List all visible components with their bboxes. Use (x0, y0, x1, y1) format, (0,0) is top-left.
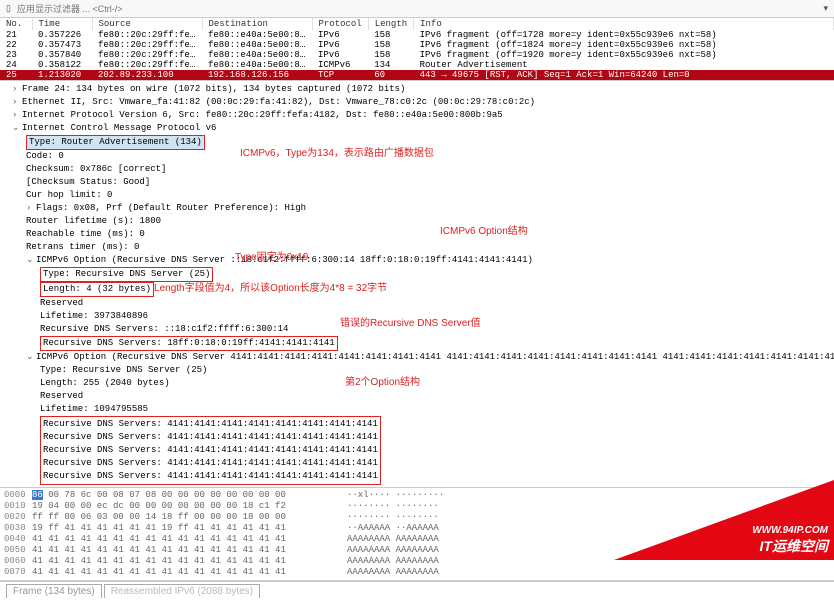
annotation-type-fixed: Type固定为0x19 (235, 251, 308, 264)
col-no[interactable]: No. (0, 18, 32, 30)
opt1-reserved-line[interactable]: Reserved (4, 297, 830, 310)
opt2-reserved-line[interactable]: Reserved (4, 390, 830, 403)
packet-row[interactable]: 230.357840fe80::20c:29ff:fe…fe80::e40a:5… (0, 50, 834, 60)
ipv6-line[interactable]: ›Internet Protocol Version 6, Src: fe80:… (4, 109, 830, 122)
hex-row[interactable]: 007041 41 41 41 41 41 41 41 41 41 41 41 … (4, 567, 830, 578)
opt1-header-line[interactable]: ⌄ICMPv6 Option (Recursive DNS Server ::1… (4, 254, 830, 267)
status-bar: Frame (134 bytes) Reassembled IPv6 (2088… (0, 581, 834, 600)
packet-row[interactable]: 240.358122fe80::20c:29ff:fe…fe80::e40a:5… (0, 60, 834, 70)
icmpv6-line[interactable]: ⌄Internet Control Message Protocol v6 (4, 122, 830, 135)
reachable-line[interactable]: Reachable time (ms): 0 (4, 228, 830, 241)
annotation-option-struct: ICMPv6 Option结构 (440, 225, 528, 238)
retrans-line[interactable]: Retrans timer (ms): 0 (4, 241, 830, 254)
col-info[interactable]: Info (414, 18, 834, 30)
opt2-header-line[interactable]: ⌄ICMPv6 Option (Recursive DNS Server 414… (4, 351, 830, 364)
opt2-lifetime-line[interactable]: Lifetime: 1094795585 (4, 403, 830, 416)
tab-frame-bytes[interactable]: Frame (134 bytes) (6, 584, 102, 598)
checksum-status-line[interactable]: [Checksum Status: Good] (4, 176, 830, 189)
annotation-second-option: 第2个Option结构 (345, 376, 420, 389)
filter-expression-icon[interactable]: ▾ (821, 3, 830, 14)
opt1-dns2-line[interactable]: Recursive DNS Servers: 18ff:0:18:0:19ff:… (4, 336, 830, 351)
packet-list-pane[interactable]: No. Time Source Destination Protocol Len… (0, 18, 834, 81)
packet-row[interactable]: 220.357473fe80::20c:29ff:fe…fe80::e40a:5… (0, 40, 834, 50)
checksum-line[interactable]: Checksum: 0x786c [correct] (4, 163, 830, 176)
eth-line[interactable]: ›Ethernet II, Src: Vmware_fa:41:82 (00:0… (4, 96, 830, 109)
col-source[interactable]: Source (92, 18, 202, 30)
opt2-dns5-line[interactable]: Recursive DNS Servers: 4141:4141:4141:41… (43, 470, 378, 483)
filter-bookmark-icon[interactable]: ▯ (4, 3, 13, 14)
opt2-dns-block: Recursive DNS Servers: 4141:4141:4141:41… (40, 416, 381, 485)
opt1-length-line[interactable]: Length: 4 (32 bytes)Length字段值为4，所以该Optio… (4, 282, 830, 297)
display-filter-input[interactable] (13, 4, 822, 14)
column-headers: No. Time Source Destination Protocol Len… (0, 18, 834, 30)
packet-details-pane[interactable]: ›Frame 24: 134 bytes on wire (1072 bits)… (0, 81, 834, 488)
expander-down-icon[interactable]: ⌄ (26, 254, 36, 267)
col-time[interactable]: Time (32, 18, 92, 30)
tab-reassembled-bytes[interactable]: Reassembled IPv6 (2088 bytes) (104, 584, 260, 598)
col-destination[interactable]: Destination (202, 18, 312, 30)
expander-down-icon[interactable]: ⌄ (12, 122, 22, 135)
cur-hop-line[interactable]: Cur hop limit: 0 (4, 189, 830, 202)
expander-icon[interactable]: › (26, 202, 36, 215)
opt2-dns3-line[interactable]: Recursive DNS Servers: 4141:4141:4141:41… (43, 444, 378, 457)
col-protocol[interactable]: Protocol (312, 18, 368, 30)
expander-icon[interactable]: › (12, 83, 22, 96)
packet-row[interactable]: 210.357226fe80::20c:29ff:fe…fe80::e40a:5… (0, 30, 834, 40)
annotation-icmpv6-type: ICMPv6，Type为134，表示路由广播数据包 (240, 147, 434, 160)
watermark-url: WWW.94IP.COM (752, 525, 828, 536)
display-filter-bar: ▯ ▾ (0, 0, 834, 18)
annotation-bad-dns: 错误的Recursive DNS Server值 (340, 317, 481, 330)
col-length[interactable]: Length (368, 18, 413, 30)
expander-down-icon[interactable]: ⌄ (26, 351, 36, 364)
expander-icon[interactable]: › (12, 109, 22, 122)
flags-line[interactable]: ›Flags: 0x08, Prf (Default Router Prefer… (4, 202, 830, 215)
packet-row-selected[interactable]: 251.213020202.89.233.100192.168.126.156T… (0, 70, 834, 80)
watermark-label: IT运维空间 (752, 536, 828, 556)
expander-icon[interactable]: › (12, 96, 22, 109)
router-lifetime-line[interactable]: Router lifetime (s): 1800 (4, 215, 830, 228)
opt2-dns1-line[interactable]: Recursive DNS Servers: 4141:4141:4141:41… (43, 418, 378, 431)
frame-line[interactable]: ›Frame 24: 134 bytes on wire (1072 bits)… (4, 83, 830, 96)
opt1-type-line[interactable]: Type: Recursive DNS Server (25) (4, 267, 830, 282)
opt2-dns2-line[interactable]: Recursive DNS Servers: 4141:4141:4141:41… (43, 431, 378, 444)
opt2-dns4-line[interactable]: Recursive DNS Servers: 4141:4141:4141:41… (43, 457, 378, 470)
